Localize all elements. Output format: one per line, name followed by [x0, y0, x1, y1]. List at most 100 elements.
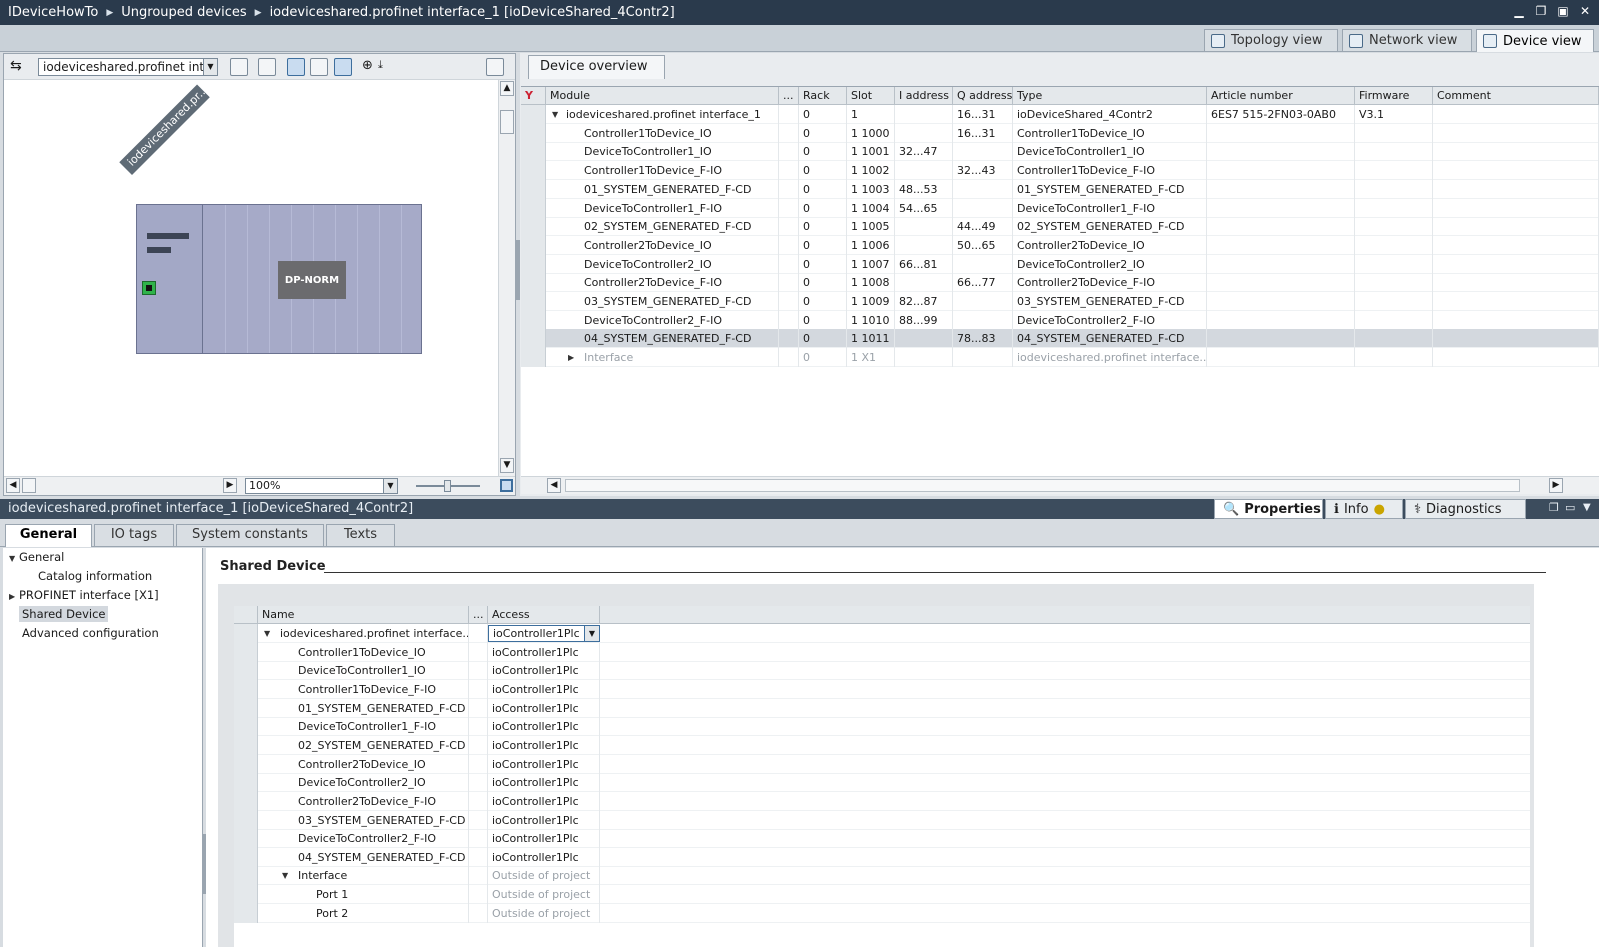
table-row[interactable]: Controller2ToDevice_F-IO 0 1 1008 66...77 Co… — [521, 273, 1599, 293]
column-header-module[interactable]: Module — [546, 87, 779, 105]
row-header[interactable] — [234, 717, 258, 737]
zoom-slider-thumb[interactable] — [444, 480, 451, 492]
tree-item-catalog-information[interactable]: Catalog information — [38, 567, 152, 585]
rack[interactable]: DP-NORM — [136, 204, 422, 354]
access-select[interactable]: ioController1Plc ▼ — [488, 625, 600, 642]
table-row[interactable]: Controller1ToDevice_IO ioController1Plc — [234, 642, 1530, 662]
breadcrumb-project[interactable]: IDeviceHowTo — [0, 5, 106, 20]
cell-access[interactable]: ioController1Plc — [488, 698, 600, 718]
minimize-icon[interactable]: ▭ — [1565, 501, 1575, 514]
table-row[interactable]: 03_SYSTEM_GENERATED_F-CD 0 1 1009 82...87 03… — [521, 292, 1599, 311]
expand-closed-icon[interactable]: ▶ — [9, 588, 19, 606]
scroll-up-icon[interactable]: ▲ — [500, 81, 514, 96]
column-header-comment[interactable]: Comment — [1433, 87, 1599, 105]
tab-general[interactable]: General — [5, 524, 92, 547]
scroll-left-icon[interactable]: ◀ — [547, 478, 561, 493]
row-header[interactable] — [234, 754, 258, 774]
expand-open-icon[interactable]: ▼ — [552, 105, 558, 124]
column-header-access[interactable]: Access — [488, 606, 600, 624]
tab-device-overview[interactable]: Device overview — [528, 55, 665, 79]
cell-access[interactable]: ioController1Plc — [488, 829, 600, 849]
tab-network-view[interactable]: Network view — [1342, 29, 1472, 51]
table-row[interactable]: Controller2ToDevice_IO 0 1 1006 50...65 Cont… — [521, 235, 1599, 255]
table-row[interactable]: Controller2ToDevice_F-IO ioController1Plc — [234, 791, 1530, 811]
column-header-slot[interactable]: Slot — [847, 87, 895, 105]
horizontal-scrollbar[interactable]: ◀ ▶ — [521, 476, 1599, 494]
column-header-firmware[interactable]: Firmware — [1355, 87, 1433, 105]
device-canvas[interactable]: iodeviceshared.pr... DP-NORM — [4, 80, 498, 476]
cell-access[interactable]: ioController1Plc — [488, 791, 600, 811]
panel-toggle-icon[interactable] — [486, 58, 504, 76]
tree-item-profinet-interface[interactable]: ▶ PROFINET interface [X1] — [9, 586, 159, 604]
table-row[interactable]: DeviceToController2_IO 0 1 1007 66...81 Devi… — [521, 254, 1599, 274]
tree-item-shared-device[interactable]: Shared Device — [19, 605, 109, 623]
row-header[interactable] — [234, 624, 258, 643]
table-row[interactable]: 04_SYSTEM_GENERATED_F-CD 0 1 1011 78...83 04… — [521, 329, 1599, 349]
row-header[interactable] — [521, 217, 546, 237]
float-icon[interactable]: ❐ — [1549, 501, 1559, 514]
column-header-more[interactable]: ... — [779, 87, 799, 105]
table-row[interactable]: DeviceToController1_IO 0 1 1001 32...47 Devi… — [521, 142, 1599, 162]
table-row[interactable]: 02_SYSTEM_GENERATED_F-CD 0 1 1005 44...49 02… — [521, 217, 1599, 237]
row-header[interactable] — [234, 791, 258, 811]
tab-device-view[interactable]: Device view — [1476, 29, 1594, 52]
table-row[interactable]: 01_SYSTEM_GENERATED_F-CD ioController1Plc — [234, 698, 1530, 718]
row-header[interactable] — [521, 142, 546, 162]
column-header-q-address[interactable]: Q address — [953, 87, 1013, 105]
row-header[interactable] — [234, 661, 258, 681]
row-header[interactable] — [234, 679, 258, 699]
scroll-thumb[interactable] — [565, 479, 1520, 492]
row-header[interactable] — [234, 810, 258, 830]
row-header[interactable] — [234, 866, 258, 886]
cell-access[interactable]: Outside of project — [488, 885, 600, 905]
cell-access[interactable]: ioController1Plc — [488, 847, 600, 867]
scroll-down-icon[interactable]: ▼ — [500, 458, 514, 473]
tab-topology-view[interactable]: Topology view — [1204, 29, 1338, 51]
table-row[interactable]: DeviceToController1_F-IO ioController1Plc — [234, 717, 1530, 737]
profinet-port-icon[interactable] — [142, 281, 156, 295]
breadcrumb-group[interactable]: Ungrouped devices — [113, 5, 254, 20]
table-row[interactable]: 02_SYSTEM_GENERATED_F-CD ioController1Plc — [234, 735, 1530, 755]
tab-system-constants[interactable]: System constants — [176, 524, 324, 546]
table-row[interactable]: ▼ iodeviceshared.profinet interface... ioC… — [234, 624, 1530, 643]
cell-access[interactable]: ioController1Plc — [488, 754, 600, 774]
row-header[interactable] — [521, 123, 546, 143]
table-row[interactable]: ▼ Interface Outside of project — [234, 866, 1530, 886]
cell-access[interactable]: ioController1Plc — [488, 810, 600, 830]
scroll-left-icon[interactable]: ◀ — [6, 478, 20, 493]
name-icon[interactable] — [258, 58, 276, 76]
row-header[interactable] — [521, 198, 546, 218]
row-header[interactable] — [521, 273, 546, 293]
grid-icon[interactable] — [310, 58, 328, 76]
cell-access[interactable]: Outside of project — [488, 903, 600, 923]
column-header-more[interactable]: ... — [469, 606, 488, 624]
device-select-icon[interactable]: ⇆ — [10, 58, 28, 76]
table-row[interactable]: DeviceToController2_IO ioController1Plc — [234, 773, 1530, 793]
table-row[interactable]: Controller1ToDevice_F-IO ioController1Plc — [234, 679, 1530, 699]
scroll-right-icon[interactable]: ▶ — [223, 478, 237, 493]
scroll-thumb[interactable] — [500, 110, 514, 134]
column-header-type[interactable]: Type — [1013, 87, 1207, 105]
chevron-down-icon[interactable]: ▼ — [584, 626, 599, 641]
tree-item-advanced-configuration[interactable]: Advanced configuration — [22, 624, 159, 642]
row-header[interactable] — [234, 903, 258, 923]
row-header[interactable] — [521, 292, 546, 311]
table-row[interactable]: Controller2ToDevice_IO ioController1Plc — [234, 754, 1530, 774]
zoom-select[interactable]: 100% ▼ — [245, 478, 398, 494]
minimize-icon[interactable]: ▁ — [1511, 2, 1527, 20]
row-header[interactable] — [521, 329, 546, 349]
column-header-article-number[interactable]: Article number — [1207, 87, 1355, 105]
tab-properties[interactable]: 🔍 Properties — [1214, 499, 1323, 519]
breadcrumb-device[interactable]: iodeviceshared.profinet interface_1 [ioD… — [262, 5, 683, 20]
row-header[interactable] — [521, 179, 546, 199]
expand-open-icon[interactable]: ▼ — [282, 866, 288, 885]
cell-access[interactable]: ioController1Plc — [488, 661, 600, 681]
restore-icon[interactable]: ❐ — [1533, 2, 1549, 20]
row-header[interactable] — [521, 348, 546, 368]
row-header[interactable] — [234, 642, 258, 662]
edit-icon[interactable] — [287, 58, 305, 76]
table-row[interactable]: DeviceToController1_F-IO 0 1 1004 54...65 De… — [521, 198, 1599, 218]
chevron-down-icon[interactable]: ▼ — [1583, 502, 1591, 513]
column-header-name[interactable]: Name — [258, 606, 469, 624]
row-header[interactable] — [521, 105, 546, 124]
